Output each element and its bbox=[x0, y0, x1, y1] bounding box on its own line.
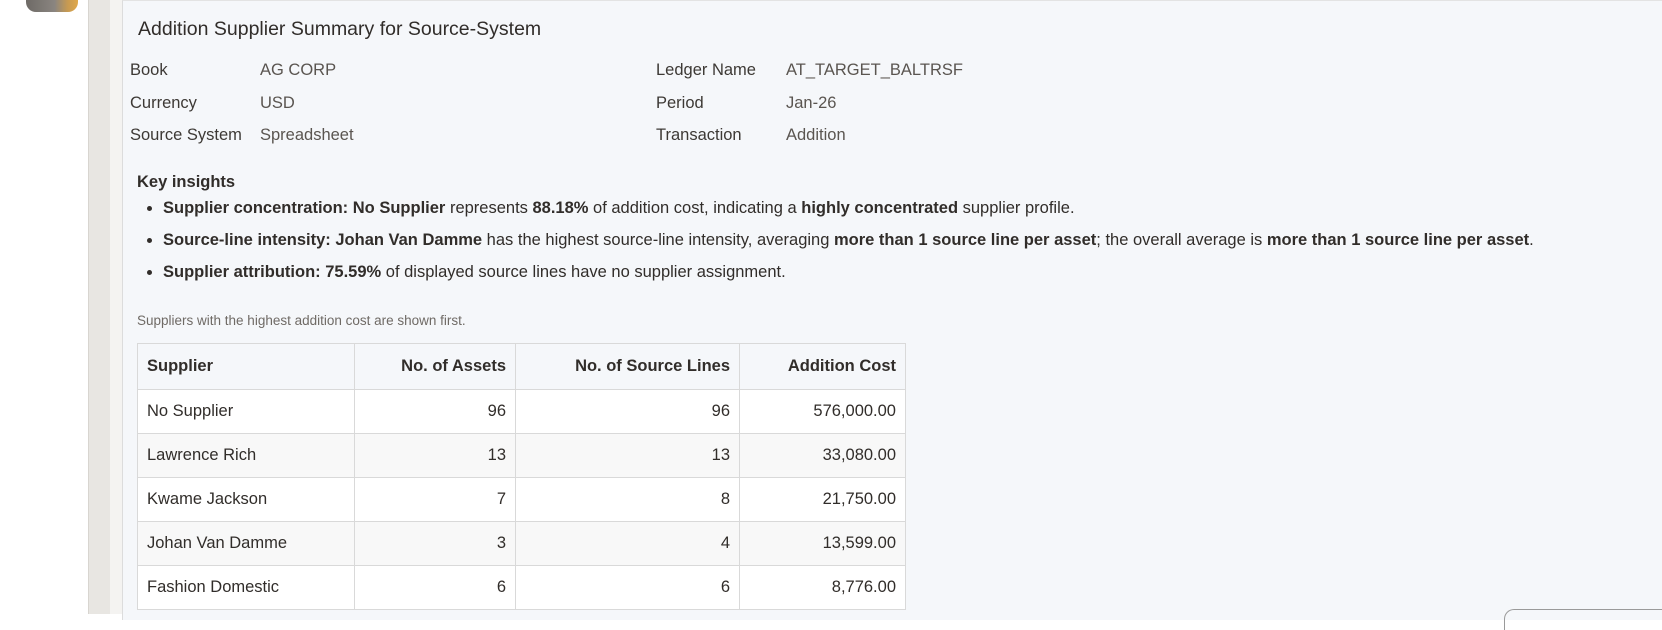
cell-supplier: Fashion Domestic bbox=[137, 565, 355, 610]
insight-text: ; the overall average is bbox=[1096, 231, 1267, 249]
table-row: Fashion Domestic 6 6 8,776.00 bbox=[137, 565, 906, 610]
transaction-value: Addition bbox=[786, 126, 846, 144]
cell-assets: 7 bbox=[354, 477, 516, 522]
cell-source-lines: 4 bbox=[515, 521, 740, 566]
insight-item: Source-line intensity: Johan Van Damme h… bbox=[163, 228, 1662, 260]
cell-addition-cost: 576,000.00 bbox=[739, 389, 906, 434]
cell-supplier: No Supplier bbox=[137, 389, 355, 434]
column-header-supplier[interactable]: Supplier bbox=[137, 343, 355, 390]
cell-addition-cost: 13,599.00 bbox=[739, 521, 906, 566]
insight-lead: Supplier attribution: 75.59% bbox=[163, 263, 382, 281]
book-label: Book bbox=[130, 61, 168, 79]
table-row: Kwame Jackson 7 8 21,750.00 bbox=[137, 477, 906, 522]
cell-supplier: Kwame Jackson bbox=[137, 477, 355, 522]
insight-item: Supplier concentration: No Supplier repr… bbox=[163, 196, 1662, 228]
cell-addition-cost: 21,750.00 bbox=[739, 477, 906, 522]
ledger-value: AT_TARGET_BALTRSF bbox=[786, 61, 963, 79]
cell-assets: 13 bbox=[354, 433, 516, 478]
insight-emphasis: more than 1 source line per asset bbox=[1266, 231, 1530, 249]
insight-emphasis: more than 1 source line per asset bbox=[834, 231, 1097, 249]
cell-source-lines: 13 bbox=[515, 433, 740, 478]
insight-emphasis: highly concentrated bbox=[801, 199, 959, 217]
cell-addition-cost: 33,080.00 bbox=[739, 433, 906, 478]
cell-assets: 6 bbox=[354, 565, 516, 610]
key-insights-list: Supplier concentration: No Supplier repr… bbox=[137, 196, 1662, 292]
period-label: Period bbox=[656, 94, 704, 112]
cell-assets: 96 bbox=[354, 389, 516, 434]
column-header-assets[interactable]: No. of Assets bbox=[354, 343, 516, 390]
table-row: Lawrence Rich 13 13 33,080.00 bbox=[137, 433, 906, 478]
insight-text: supplier profile. bbox=[958, 199, 1075, 217]
table-header-row: Supplier No. of Assets No. of Source Lin… bbox=[137, 343, 906, 390]
cell-source-lines: 8 bbox=[515, 477, 740, 522]
supplier-table: Supplier No. of Assets No. of Source Lin… bbox=[137, 343, 906, 610]
insight-emphasis: 88.18% bbox=[532, 199, 589, 217]
column-header-source-lines[interactable]: No. of Source Lines bbox=[515, 343, 740, 390]
insight-item: Supplier attribution: 75.59% of displaye… bbox=[163, 260, 1662, 292]
insight-lead: Supplier concentration: No Supplier bbox=[163, 199, 446, 217]
insight-text: of displayed source lines have no suppli… bbox=[381, 263, 786, 281]
currency-value: USD bbox=[260, 94, 295, 112]
insight-text: represents bbox=[445, 199, 533, 217]
avatar[interactable] bbox=[26, 0, 78, 12]
cell-source-lines: 6 bbox=[515, 565, 740, 610]
insight-lead: Source-line intensity: Johan Van Damme bbox=[163, 231, 483, 249]
table-note: Suppliers with the highest addition cost… bbox=[137, 313, 466, 328]
transaction-label: Transaction bbox=[656, 126, 742, 144]
insight-text: of addition cost, indicating a bbox=[588, 199, 802, 217]
panel-title: Addition Supplier Summary for Source-Sys… bbox=[138, 18, 542, 40]
cell-addition-cost: 8,776.00 bbox=[739, 565, 906, 610]
book-value: AG CORP bbox=[260, 61, 337, 79]
side-rail-inner bbox=[110, 0, 122, 614]
key-insights-heading: Key insights bbox=[137, 173, 236, 191]
source-system-label: Source System bbox=[130, 126, 242, 144]
insight-text: has the highest source-line intensity, a… bbox=[482, 231, 834, 249]
cell-assets: 3 bbox=[354, 521, 516, 566]
cell-source-lines: 96 bbox=[515, 389, 740, 434]
table-row: Johan Van Damme 3 4 13,599.00 bbox=[137, 521, 906, 566]
period-value: Jan-26 bbox=[786, 94, 837, 112]
ledger-label: Ledger Name bbox=[656, 61, 756, 79]
insight-text: . bbox=[1529, 231, 1534, 249]
column-header-addition-cost[interactable]: Addition Cost bbox=[739, 343, 906, 390]
cell-supplier: Johan Van Damme bbox=[137, 521, 355, 566]
cell-supplier: Lawrence Rich bbox=[137, 433, 355, 478]
table-row: No Supplier 96 96 576,000.00 bbox=[137, 389, 906, 434]
floating-button-edge[interactable] bbox=[1504, 609, 1662, 630]
currency-label: Currency bbox=[130, 94, 197, 112]
source-system-value: Spreadsheet bbox=[260, 126, 354, 144]
